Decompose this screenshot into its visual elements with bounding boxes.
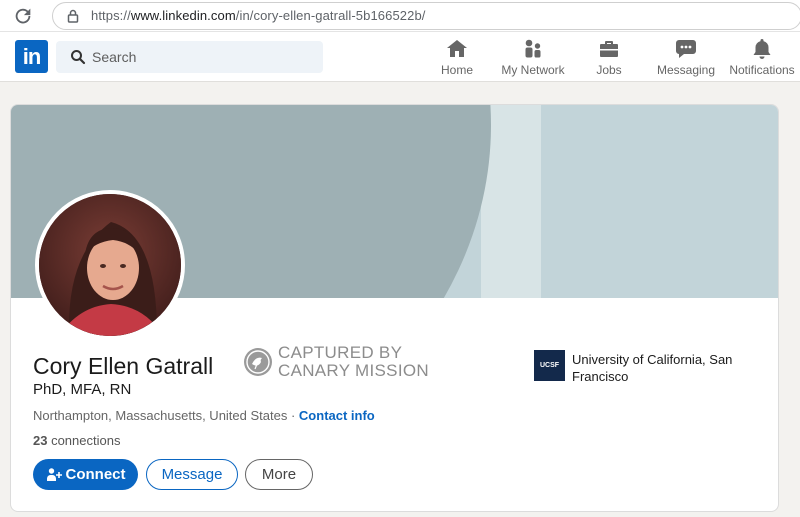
nav-jobs-label: Jobs: [596, 63, 622, 77]
connect-label: Connect: [65, 466, 126, 483]
nav-notifications[interactable]: Notifications: [728, 37, 796, 81]
bell-icon: [753, 39, 771, 59]
site-info-icon[interactable]: [65, 8, 81, 24]
nav-messaging-label: Messaging: [656, 63, 716, 77]
location-separator: ·: [287, 408, 299, 423]
nav-home-label: Home: [440, 63, 473, 77]
chat-icon: [676, 40, 696, 58]
profile-headline: PhD, MFA, RN: [33, 381, 132, 398]
network-icon: [525, 39, 541, 58]
more-button[interactable]: More: [245, 459, 313, 490]
search-box[interactable]: [56, 41, 323, 73]
education-name: University of California, San Francisco: [572, 352, 733, 384]
profile-card: Cory Ellen Gatrall PhD, MFA, RN Northamp…: [10, 104, 779, 512]
url-domain: www.linkedin.com: [130, 8, 236, 23]
profile-location: Northampton, Massachusetts, United State…: [33, 408, 288, 423]
connections-count: 23: [33, 433, 48, 448]
connect-button[interactable]: Connect: [33, 459, 138, 490]
profile-avatar[interactable]: [35, 190, 185, 340]
avatar-photo: [39, 194, 181, 336]
home-icon: [447, 40, 467, 57]
nav-my-network[interactable]: My Network: [500, 37, 566, 81]
nav-jobs[interactable]: Jobs: [593, 37, 625, 81]
add-person-icon: [46, 467, 62, 481]
canary-line-1: CAPTURED BY: [278, 343, 403, 362]
url-path: /in/cory-ellen-gatrall-5b166522b/: [235, 8, 426, 23]
briefcase-icon: [600, 41, 618, 57]
connections-row: 23 connections: [33, 433, 120, 448]
nav-messaging[interactable]: Messaging: [655, 37, 717, 81]
address-bar[interactable]: https://www.linkedin.com/in/cory-ellen-g…: [52, 2, 800, 30]
canary-logo-icon: [244, 348, 272, 376]
message-button[interactable]: Message: [146, 459, 238, 490]
nav-home[interactable]: Home: [436, 37, 478, 81]
canary-text: CAPTURED BY CANARY MISSION: [278, 344, 429, 380]
url-prefix: https://: [91, 8, 131, 23]
url-text: https://www.linkedin.com/in/cory-ellen-g…: [91, 8, 426, 23]
reload-icon[interactable]: [12, 5, 34, 27]
search-input[interactable]: [92, 41, 312, 73]
location-row: Northampton, Massachusetts, United State…: [33, 408, 375, 423]
profile-name: Cory Ellen Gatrall: [33, 353, 214, 379]
linkedin-logo[interactable]: in: [15, 40, 48, 73]
canary-line-2: CANARY MISSION: [278, 361, 429, 380]
nav-network-label: My Network: [501, 63, 565, 77]
nav-notifications-label: Notifications: [729, 63, 795, 77]
linkedin-navbar: in Home My Network Jobs: [0, 32, 800, 82]
browser-toolbar: https://www.linkedin.com/in/cory-ellen-g…: [0, 0, 800, 32]
contact-info-link[interactable]: Contact info: [299, 408, 375, 423]
connections-label: connections: [47, 433, 121, 448]
search-icon: [71, 50, 86, 65]
ucsf-logo: UCSF: [534, 350, 565, 381]
